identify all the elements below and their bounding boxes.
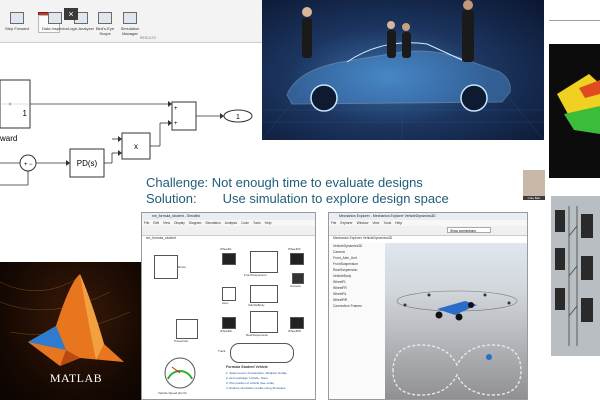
mechanics-tab[interactable]: Mechanics Explorer VehicleDynamics3D [333,236,392,240]
menu-file[interactable]: File [144,221,149,225]
sum2-plus-top: + [174,106,178,112]
info-title: Formula Student Vehicle [226,365,268,369]
simulation-manager-button[interactable]: Simulation Manager [115,12,145,36]
challenge-line: Challenge: Not enough time to evaluate d… [146,175,423,190]
step-forward-icon [10,12,24,24]
wheel-rl-label: WheelRL [220,329,233,333]
building-photo [551,196,600,356]
rear-suspension-label: RearSuspension [246,333,269,337]
mech-menu-help[interactable]: Help [395,221,402,225]
wheel-fr-block[interactable] [290,253,304,265]
mech-menu-view[interactable]: View [372,221,379,225]
divider-line [549,20,600,21]
mech-menu-window[interactable]: Window [357,221,369,225]
simulink-toolbar [142,226,315,236]
mechanics-toolbar: Show connections [329,226,527,236]
wheel-fl-label: WheelFL [220,247,233,251]
wheel-fl-block[interactable] [222,253,236,265]
speedometer-gauge-icon [164,357,196,389]
track-label: Track [218,349,226,353]
simulink-model-tab[interactable]: sm_formula_student [146,236,176,240]
info-line-3[interactable]: 3. Plot position of vehicle (see code) [226,381,274,385]
simulink-window-title: sm_formula_student - Simulink [142,213,315,220]
mechanics-3d-viewport[interactable] [385,243,527,399]
wheel-rr-block[interactable] [290,317,304,329]
gain-label: 1 [23,109,28,118]
feedforward-label: ward [0,134,17,143]
info-line-1[interactable]: 1. Select event: Acceleration, Skidpad, … [226,371,287,375]
product-label: x [134,142,138,151]
menu-simulation[interactable]: Simulation [205,221,220,225]
sum2-plus-bottom: + [174,121,178,127]
birds-eye-scope-label: Bird's-Eye Scope [95,26,115,36]
mech-menu-explorer[interactable]: Explorer [340,221,352,225]
matlab-wordmark: MATLAB [49,371,103,385]
tree-item-connection-frames[interactable]: Connection Frames [329,303,385,309]
simulink-model-window: sm_formula_student - Simulink File Edit Vi… [141,212,316,400]
powertrain-label: Powertrain [174,339,189,343]
menu-help[interactable]: Help [265,221,272,225]
car-hologram-illustration [262,0,544,140]
matlab-logo: MATLAB [0,262,152,400]
mechanics-explorer-window: Mechanics Explorer - Mechanics Explorer … [328,212,528,400]
menu-edit[interactable]: Edit [153,221,159,225]
sum1-signs: + − [24,162,33,168]
menu-analysis[interactable]: Analysis [225,221,237,225]
simulation-manager-icon [123,12,137,24]
step-forward-button[interactable]: Step Forward [2,12,32,31]
simulink-toolstrip: Step Forward Stop Data Inspector Logic A… [0,0,262,43]
menu-display[interactable]: Display [174,221,185,225]
birds-eye-scope-icon [98,12,112,24]
pd-controller-label: PD(s) [77,159,98,168]
info-line-2[interactable]: 2. Aero package: Include, None [226,376,268,380]
cad-render-image [549,44,600,178]
front-suspension-block[interactable] [250,251,278,273]
step-forward-label: Step Forward [4,26,29,31]
building-illustration [551,196,600,356]
car-hologram-image [262,0,544,140]
gauge-caption: Vehicle Speed (km/h) [158,391,187,395]
menu-view[interactable]: View [163,221,170,225]
challenge-label: Challenge: [146,175,209,190]
wheel-rl-block[interactable] [222,317,236,329]
vehicle-body-label: VehicleBody [248,303,265,307]
solution-text: Use simulation to explore design space [222,191,449,206]
menu-diagram[interactable]: Diagram [189,221,201,225]
camera-block[interactable] [292,273,304,284]
data-inspector-icon [48,12,62,24]
webcam-caption: mike Barr [523,196,545,200]
mech-menu-tools[interactable]: Tools [383,221,391,225]
solution-label: Solution: [146,191,197,206]
aero-label: Aero [222,301,229,305]
output-port-label: 1 [236,114,240,121]
driver-label: Driver [178,265,186,269]
info-line-4[interactable]: 4. Explore simulation results using Sims… [226,386,286,390]
cad-render-illustration [557,74,600,134]
show-connections-combo[interactable]: Show connections [447,227,491,233]
rear-suspension-block[interactable] [250,311,278,333]
webcam-thumbnail [523,170,545,196]
vehicle-body-block[interactable] [250,285,278,303]
menu-code[interactable]: Code [241,221,249,225]
solution-line: Solution: Use simulation to explore desig… [146,191,449,206]
front-suspension-label: FrontSuspension [244,273,267,277]
driver-block[interactable] [154,255,178,279]
aero-block[interactable] [222,287,236,301]
wheel-rr-label: WheelRR [288,329,301,333]
mechanics-window-title: Mechanics Explorer - Mechanics Explorer … [329,213,527,220]
menu-tools[interactable]: Tools [253,221,261,225]
vehicle-track-scene [392,290,522,396]
wheel-fr-label: WheelFR [288,247,301,251]
camera-label: Camera [290,284,301,288]
mechanics-tree: VehicleDynamics3D Camera Front_Axle_Unit… [329,243,386,399]
powertrain-block[interactable] [176,319,198,339]
close-icon[interactable]: × [64,8,78,20]
simulation-manager-label: Simulation Manager [120,26,140,36]
results-group-label: RESULTS [140,36,156,40]
data-inspector-label: Data Inspector [41,26,68,31]
mech-menu-file[interactable]: File [331,221,336,225]
track-block[interactable] [230,343,294,363]
challenge-text: Not enough time to evaluate designs [211,175,423,190]
